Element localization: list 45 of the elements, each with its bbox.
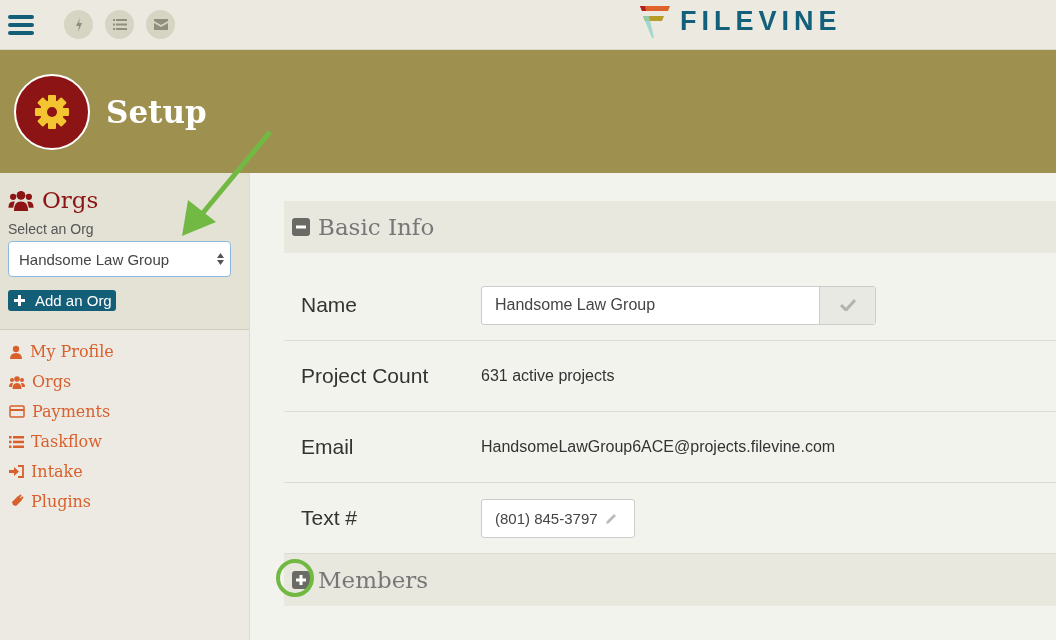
page-title: Setup (106, 93, 207, 130)
user-icon (9, 344, 23, 359)
logo-text: FILEVINE (680, 5, 842, 37)
pencil-icon (605, 512, 617, 524)
name-field[interactable]: Handsome Law Group (481, 285, 876, 325)
field-label: Project Count (300, 364, 430, 388)
phone-field[interactable]: (801) 845-3797 (481, 498, 635, 538)
field-label: Email (300, 435, 355, 459)
field-value: 631 active projects (481, 367, 615, 385)
sort-icon (217, 253, 224, 265)
field-label: Name (300, 293, 359, 317)
nav-link[interactable]: Payments (9, 402, 240, 421)
logo-icon (640, 4, 670, 38)
list-button[interactable] (105, 10, 134, 39)
nav-link[interactable]: Plugins (9, 492, 240, 511)
nav-link[interactable]: Orgs (9, 372, 240, 391)
section-title: Basic Info (318, 214, 435, 240)
plug-icon (9, 494, 24, 509)
section-header[interactable]: Basic Info (284, 201, 1056, 253)
check-icon (839, 299, 856, 311)
sign-in-icon (9, 465, 24, 478)
credit-card-icon (9, 405, 25, 418)
lightning-icon (74, 17, 83, 32)
bolt-button[interactable] (64, 10, 93, 39)
nav-link[interactable]: My Profile (9, 342, 240, 361)
field-label: Text # (300, 506, 359, 530)
list-icon (112, 19, 127, 30)
menu-icon[interactable] (8, 14, 34, 35)
section-title: Members (318, 567, 429, 593)
org-select[interactable]: Handsome Law Group (8, 241, 231, 277)
section-header[interactable]: Members (284, 554, 1056, 606)
envelope-icon (153, 19, 168, 30)
confirm-button[interactable] (820, 286, 875, 324)
select-label: Select an Org (8, 221, 95, 237)
gear-icon (34, 93, 70, 130)
list-icon (9, 435, 24, 448)
mail-button[interactable] (146, 10, 175, 39)
field-value: HandsomeLawGroup6ACE@projects.filevine.com (481, 438, 836, 456)
sidebar-title: Orgs (42, 187, 99, 213)
users-icon (9, 374, 25, 389)
nav-link[interactable]: Taskflow (9, 432, 240, 451)
nav-link[interactable]: Intake (9, 462, 240, 481)
plus-icon (14, 295, 25, 306)
users-icon (8, 189, 34, 211)
add-org-button[interactable]: Add an Org (8, 290, 116, 311)
